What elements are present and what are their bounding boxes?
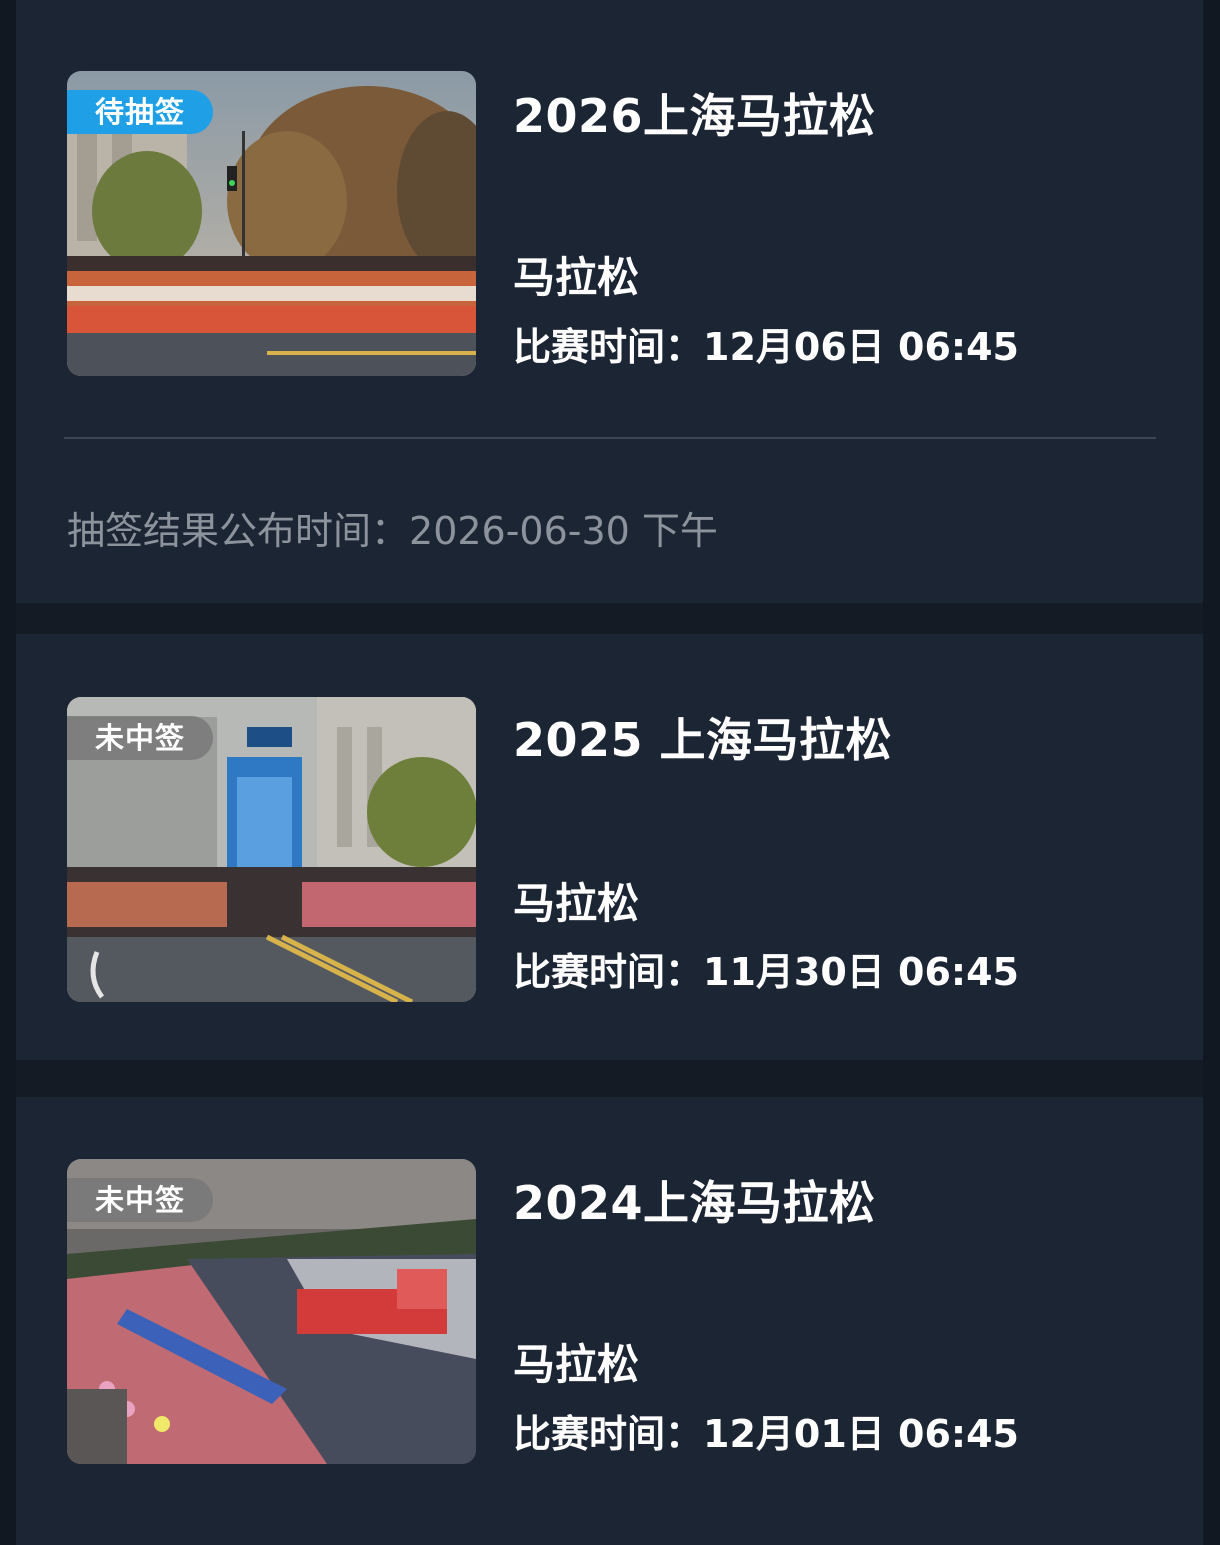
race-thumbnail[interactable]: 未中签 xyxy=(67,697,476,1002)
divider xyxy=(64,437,1156,439)
lottery-result-value: 2026-06-30 下午 xyxy=(409,509,718,553)
race-category: 马拉松 xyxy=(513,879,640,928)
race-thumbnail[interactable]: 未中签 xyxy=(67,1159,476,1464)
race-time-value: 11月30日 06:45 xyxy=(703,950,1019,994)
status-badge: 未中签 xyxy=(67,716,213,760)
race-title[interactable]: 2024上海马拉松 xyxy=(513,1167,876,1233)
lottery-result-time: 抽签结果公布时间：2026-06-30 下午 xyxy=(67,500,718,555)
race-thumbnail[interactable]: 待抽签 xyxy=(67,71,476,376)
race-time: 比赛时间：12月01日 06:45 xyxy=(513,1403,1019,1458)
race-time: 比赛时间：11月30日 06:45 xyxy=(513,941,1019,996)
race-list: 待抽签 2026上海马拉松 马拉松 比赛时间：12月06日 06:45 抽签结果… xyxy=(16,0,1203,1545)
race-card-2026[interactable]: 待抽签 2026上海马拉松 马拉松 比赛时间：12月06日 06:45 抽签结果… xyxy=(16,0,1203,603)
race-card-2024[interactable]: 未中签 2024上海马拉松 马拉松 比赛时间：12月01日 06:45 xyxy=(16,1097,1203,1545)
status-badge: 待抽签 xyxy=(67,90,213,134)
race-time-label: 比赛时间： xyxy=(513,325,704,369)
race-time-value: 12月01日 06:45 xyxy=(703,1412,1019,1456)
race-category: 马拉松 xyxy=(513,1340,640,1389)
race-title[interactable]: 2025 上海马拉松 xyxy=(513,704,892,770)
lottery-result-label: 抽签结果公布时间： xyxy=(67,509,410,553)
race-time-label: 比赛时间： xyxy=(513,950,704,994)
race-title[interactable]: 2026上海马拉松 xyxy=(513,80,876,146)
race-time-value: 12月06日 06:45 xyxy=(703,325,1019,369)
race-time-label: 比赛时间： xyxy=(513,1412,704,1456)
race-category: 马拉松 xyxy=(513,253,640,302)
race-time: 比赛时间：12月06日 06:45 xyxy=(513,316,1019,371)
status-badge: 未中签 xyxy=(67,1178,213,1222)
race-card-2025[interactable]: 未中签 2025 上海马拉松 马拉松 比赛时间：11月30日 06:45 xyxy=(16,634,1203,1060)
